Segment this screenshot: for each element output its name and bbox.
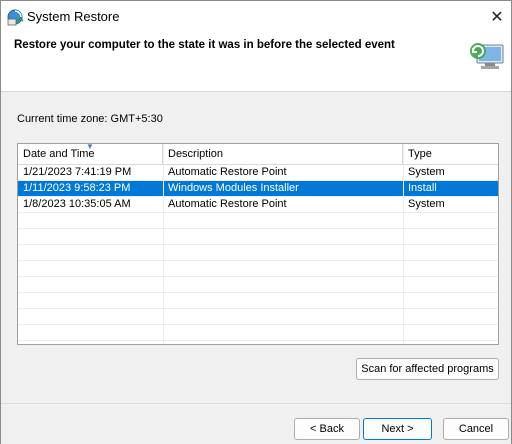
- cancel-button[interactable]: Cancel: [443, 418, 509, 440]
- table-row-empty: [18, 229, 498, 245]
- cell-description: Windows Modules Installer: [168, 182, 299, 194]
- column-description[interactable]: Description: [163, 144, 403, 164]
- cell-date-time: 1/21/2023 7:41:19 PM: [23, 166, 132, 178]
- window-title: System Restore: [27, 9, 120, 24]
- table-row-selected[interactable]: 1/11/2023 9:58:23 PM Windows Modules Ins…: [18, 181, 498, 197]
- title-bar: System Restore ✕: [1, 1, 511, 33]
- sort-ascending-icon: ▼: [86, 143, 94, 151]
- cell-type: System: [408, 166, 445, 178]
- cell-date-time: 1/8/2023 10:35:05 AM: [23, 198, 131, 210]
- footer-bar: [1, 403, 511, 444]
- column-type[interactable]: Type: [403, 144, 498, 164]
- table-row-empty: [18, 245, 498, 261]
- cell-type: Install: [408, 182, 437, 194]
- cell-description: Automatic Restore Point: [168, 166, 287, 178]
- system-restore-window: System Restore ✕ Restore your computer t…: [0, 0, 512, 444]
- back-button[interactable]: < Back: [294, 418, 360, 440]
- table-row[interactable]: 1/8/2023 10:35:05 AM Automatic Restore P…: [18, 197, 498, 213]
- table-row-empty: [18, 213, 498, 229]
- table-body: 1/21/2023 7:41:19 PM Automatic Restore P…: [18, 165, 498, 341]
- restore-points-table[interactable]: Date and Time ▼ Description Type 1/21/20…: [17, 143, 499, 345]
- table-row-empty: [18, 309, 498, 325]
- restore-computer-icon: [467, 37, 507, 77]
- table-header: Date and Time ▼ Description Type: [18, 144, 498, 165]
- page-header: Restore your computer to the state it wa…: [1, 33, 511, 92]
- next-button[interactable]: Next >: [363, 418, 432, 440]
- table-row-empty: [18, 293, 498, 309]
- cell-description: Automatic Restore Point: [168, 198, 287, 210]
- table-row-empty: [18, 325, 498, 341]
- system-restore-icon: [5, 7, 25, 27]
- close-icon[interactable]: ✕: [485, 5, 509, 29]
- cell-date-time: 1/11/2023 9:58:23 PM: [23, 182, 131, 194]
- scan-affected-programs-button[interactable]: Scan for affected programs: [356, 358, 499, 380]
- table-row-empty: [18, 261, 498, 277]
- timezone-label: Current time zone: GMT+5:30: [17, 113, 163, 125]
- cell-type: System: [408, 198, 445, 210]
- column-divider: [163, 144, 164, 344]
- table-row[interactable]: 1/21/2023 7:41:19 PM Automatic Restore P…: [18, 165, 498, 181]
- column-divider: [403, 144, 404, 344]
- table-row-empty: [18, 277, 498, 293]
- page-title: Restore your computer to the state it wa…: [14, 39, 395, 51]
